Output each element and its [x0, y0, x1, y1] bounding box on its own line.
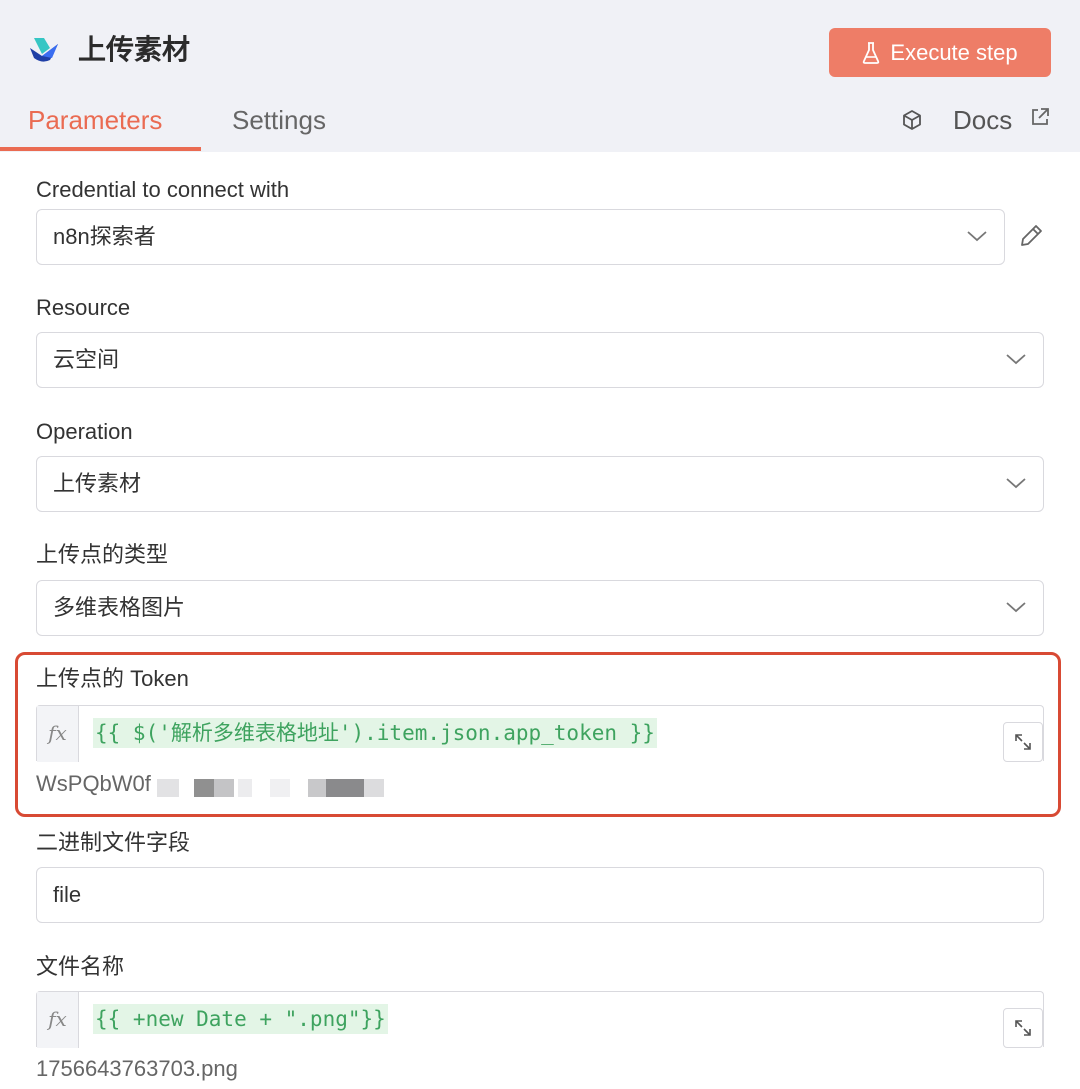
- credential-select[interactable]: n8n探索者: [36, 209, 1005, 265]
- execute-step-label: Execute step: [890, 39, 1018, 65]
- token-result: WsPQbW0f: [36, 771, 151, 796]
- execute-step-button[interactable]: Execute step: [829, 28, 1051, 77]
- tab-parameters[interactable]: Parameters: [28, 102, 162, 138]
- binary-field-value: file: [53, 882, 82, 907]
- binary-field-input[interactable]: file: [36, 867, 1044, 923]
- upload-type-label: 上传点的类型: [36, 542, 169, 567]
- resource-label: Resource: [36, 295, 131, 320]
- expand-icon: [1015, 1020, 1031, 1036]
- fx-icon: fx: [37, 992, 79, 1048]
- docs-link[interactable]: Docs: [953, 102, 1012, 138]
- file-name-expression: {{ +new Date + ".png"}}: [93, 1004, 388, 1034]
- credential-value: n8n探索者: [53, 224, 156, 249]
- file-name-expression-field[interactable]: fx {{ +new Date + ".png"}}: [36, 991, 1044, 1048]
- fx-icon: fx: [37, 706, 79, 762]
- operation-value: 上传素材: [53, 471, 142, 496]
- edit-pencil-icon[interactable]: [1017, 222, 1045, 250]
- cube-icon[interactable]: [900, 108, 924, 132]
- flask-icon: [863, 41, 880, 64]
- chevron-down-icon: [1006, 602, 1026, 613]
- lark-logo-icon: [30, 38, 58, 62]
- node-header: 上传素材 Execute step Parameters Settings Do…: [0, 0, 1080, 152]
- external-link-icon: [1032, 108, 1049, 125]
- token-expression: {{ $('解析多维表格地址').item.json.app_token }}: [93, 718, 657, 748]
- resource-value: 云空间: [53, 347, 120, 372]
- credential-label: Credential to connect with: [36, 177, 290, 202]
- resource-select[interactable]: 云空间: [36, 332, 1044, 388]
- chevron-down-icon: [967, 231, 987, 242]
- node-title: 上传素材: [78, 34, 191, 65]
- tab-settings[interactable]: Settings: [232, 102, 326, 138]
- upload-type-value: 多维表格图片: [53, 595, 186, 620]
- token-label: 上传点的 Token: [36, 666, 189, 691]
- file-name-result: 1756643763703.png: [36, 1056, 238, 1081]
- expand-editor-button[interactable]: [1003, 1008, 1043, 1048]
- chevron-down-icon: [1006, 354, 1026, 365]
- chevron-down-icon: [1006, 478, 1026, 489]
- upload-type-select[interactable]: 多维表格图片: [36, 580, 1044, 636]
- token-expression-field[interactable]: fx {{ $('解析多维表格地址').item.json.app_token …: [36, 705, 1044, 762]
- expand-icon: [1015, 734, 1031, 750]
- binary-field-label: 二进制文件字段: [36, 830, 191, 855]
- file-name-label: 文件名称: [36, 954, 125, 979]
- operation-select[interactable]: 上传素材: [36, 456, 1044, 512]
- expand-editor-button[interactable]: [1003, 722, 1043, 762]
- active-tab-indicator: [0, 147, 201, 151]
- operation-label: Operation: [36, 419, 133, 444]
